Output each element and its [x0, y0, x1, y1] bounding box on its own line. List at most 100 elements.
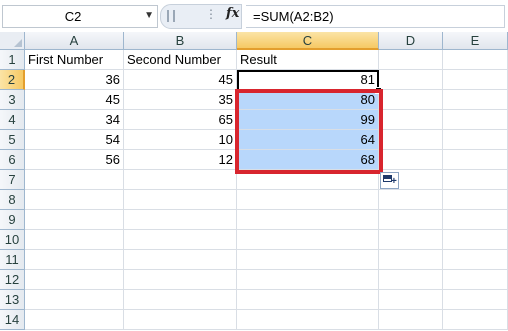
cell-a6[interactable]: 56: [25, 150, 124, 170]
cell-e14[interactable]: [443, 310, 508, 330]
cell-c8[interactable]: [237, 190, 379, 210]
cell-b7[interactable]: [124, 170, 237, 190]
cell-a12[interactable]: [25, 270, 124, 290]
cell-d13[interactable]: [379, 290, 443, 310]
auto-fill-options-icon[interactable]: +: [380, 172, 399, 189]
cell-b3[interactable]: 35: [124, 90, 237, 110]
row-header-12[interactable]: 12: [0, 270, 25, 290]
cell-b9[interactable]: [124, 210, 237, 230]
cell-e9[interactable]: [443, 210, 508, 230]
cell-c14[interactable]: [237, 310, 379, 330]
name-box-dropdown-icon[interactable]: ▼: [144, 10, 154, 21]
cell-e2[interactable]: [443, 70, 508, 90]
cell-a1[interactable]: First Number: [25, 50, 124, 70]
cell-c13[interactable]: [237, 290, 379, 310]
cell-b5[interactable]: 10: [124, 130, 237, 150]
name-box[interactable]: C2 ▼: [2, 5, 158, 28]
row-header-3[interactable]: 3: [0, 90, 25, 110]
cell-e5[interactable]: [443, 130, 508, 150]
cell-a5[interactable]: 54: [25, 130, 124, 150]
row-header-7[interactable]: 7: [0, 170, 25, 190]
select-all-button[interactable]: [0, 32, 25, 50]
row-header-6[interactable]: 6: [0, 150, 25, 170]
row-header-4[interactable]: 4: [0, 110, 25, 130]
cell-b11[interactable]: [124, 250, 237, 270]
column-header-b[interactable]: B: [124, 32, 237, 50]
cell-e4[interactable]: [443, 110, 508, 130]
cell-b8[interactable]: [124, 190, 237, 210]
column-header-c[interactable]: C: [237, 32, 379, 50]
cell-b14[interactable]: [124, 310, 237, 330]
column-header-e[interactable]: E: [443, 32, 508, 50]
cell-d9[interactable]: [379, 210, 443, 230]
formula-text: =SUM(A2:B2): [253, 9, 334, 24]
cell-a2[interactable]: 36: [25, 70, 124, 90]
row-header-2[interactable]: 2: [0, 70, 25, 90]
cell-c7[interactable]: [237, 170, 379, 190]
fill-handle[interactable]: [375, 87, 382, 94]
cell-a13[interactable]: [25, 290, 124, 310]
insert-function-button[interactable]: fx: [226, 6, 239, 21]
cell-e6[interactable]: [443, 150, 508, 170]
cell-d4[interactable]: [379, 110, 443, 130]
cell-a9[interactable]: [25, 210, 124, 230]
cell-b10[interactable]: [124, 230, 237, 250]
name-box-value: C2: [64, 9, 82, 24]
row-header-13[interactable]: 13: [0, 290, 25, 310]
cell-a7[interactable]: [25, 170, 124, 190]
cell-a8[interactable]: [25, 190, 124, 210]
cell-d10[interactable]: [379, 230, 443, 250]
cell-e7[interactable]: [443, 170, 508, 190]
column-header-a[interactable]: A: [25, 32, 124, 50]
cell-c5[interactable]: 64: [237, 130, 379, 150]
formula-bar-resize-handle[interactable]: [167, 10, 175, 22]
cell-b12[interactable]: [124, 270, 237, 290]
cell-d1[interactable]: [379, 50, 443, 70]
cell-e12[interactable]: [443, 270, 508, 290]
row-header-1[interactable]: 1: [0, 50, 25, 70]
formula-bar: C2 ▼ ⋮ fx =SUM(A2:B2): [0, 0, 508, 33]
cell-a14[interactable]: [25, 310, 124, 330]
cell-e1[interactable]: [443, 50, 508, 70]
cell-d14[interactable]: [379, 310, 443, 330]
cell-b1[interactable]: Second Number: [124, 50, 237, 70]
cell-e13[interactable]: [443, 290, 508, 310]
cell-c12[interactable]: [237, 270, 379, 290]
cell-c1[interactable]: Result: [237, 50, 379, 70]
cell-a10[interactable]: [25, 230, 124, 250]
cell-d2[interactable]: [379, 70, 443, 90]
cell-e11[interactable]: [443, 250, 508, 270]
cell-b2[interactable]: 45: [124, 70, 237, 90]
column-header-d[interactable]: D: [379, 32, 443, 50]
cell-d8[interactable]: [379, 190, 443, 210]
cell-a4[interactable]: 34: [25, 110, 124, 130]
row-header-9[interactable]: 9: [0, 210, 25, 230]
cell-b6[interactable]: 12: [124, 150, 237, 170]
row-header-14[interactable]: 14: [0, 310, 25, 330]
cell-e3[interactable]: [443, 90, 508, 110]
cell-d12[interactable]: [379, 270, 443, 290]
cell-c10[interactable]: [237, 230, 379, 250]
cell-e10[interactable]: [443, 230, 508, 250]
formula-input[interactable]: =SUM(A2:B2): [246, 5, 505, 28]
cell-a3[interactable]: 45: [25, 90, 124, 110]
cell-c2[interactable]: 81: [237, 70, 379, 90]
cell-a11[interactable]: [25, 250, 124, 270]
formula-bar-dots-icon: ⋮: [205, 7, 217, 21]
cell-c4[interactable]: 99: [237, 110, 379, 130]
row-header-8[interactable]: 8: [0, 190, 25, 210]
cell-c9[interactable]: [237, 210, 379, 230]
cell-d11[interactable]: [379, 250, 443, 270]
row-header-5[interactable]: 5: [0, 130, 25, 150]
row-header-11[interactable]: 11: [0, 250, 25, 270]
cell-b4[interactable]: 65: [124, 110, 237, 130]
cell-d3[interactable]: [379, 90, 443, 110]
cell-d5[interactable]: [379, 130, 443, 150]
cell-c3[interactable]: 80: [237, 90, 379, 110]
row-header-10[interactable]: 10: [0, 230, 25, 250]
cell-c11[interactable]: [237, 250, 379, 270]
cell-c6[interactable]: 68: [237, 150, 379, 170]
cell-d6[interactable]: [379, 150, 443, 170]
cell-e8[interactable]: [443, 190, 508, 210]
cell-b13[interactable]: [124, 290, 237, 310]
